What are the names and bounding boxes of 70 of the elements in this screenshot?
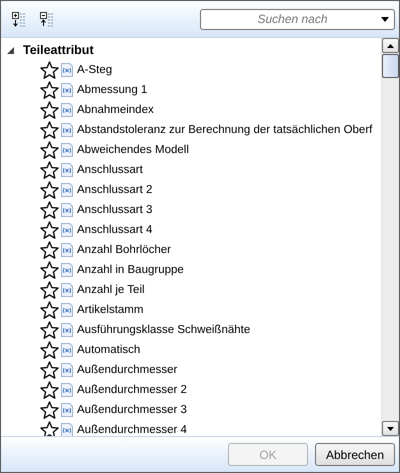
- scroll-down-button[interactable]: [382, 421, 399, 436]
- star-icon[interactable]: [40, 321, 59, 339]
- attribute-icon: [61, 363, 73, 377]
- star-icon[interactable]: [40, 341, 59, 359]
- expand-all-icon[interactable]: [11, 11, 27, 27]
- attribute-icon: [61, 143, 73, 157]
- attribute-icon: [61, 243, 73, 257]
- tree-item-label[interactable]: Anzahl je Teil: [77, 284, 145, 296]
- tree-item-label[interactable]: Anschlussart 4: [77, 224, 152, 236]
- star-icon[interactable]: [40, 421, 59, 436]
- scroll-up-button[interactable]: [382, 38, 399, 53]
- tree-item-label[interactable]: Artikelstamm: [77, 304, 144, 316]
- tree-item-label[interactable]: Abstandstoleranz zur Berechnung der tatsächlichen Oberf: [77, 124, 372, 136]
- tree-item-label[interactable]: Automatisch: [77, 344, 140, 356]
- tree-item-label[interactable]: Anschlussart 3: [77, 204, 152, 216]
- star-icon[interactable]: [40, 201, 59, 219]
- attribute-icon: [61, 423, 73, 436]
- star-icon[interactable]: [40, 141, 59, 159]
- attribute-icon: [61, 303, 73, 317]
- collapse-all-icon[interactable]: [39, 11, 55, 27]
- tree-group-label[interactable]: Teileattribut: [23, 43, 94, 57]
- star-icon[interactable]: [40, 181, 59, 199]
- cancel-button[interactable]: Abbrechen: [315, 443, 395, 466]
- tree-item-label[interactable]: Anzahl Bohrlöcher: [77, 244, 171, 256]
- star-icon[interactable]: [40, 241, 59, 259]
- star-icon[interactable]: [40, 281, 59, 299]
- tree-item-label[interactable]: Abnahmeindex: [77, 104, 154, 116]
- tree-item-label[interactable]: Außendurchmesser: [77, 364, 178, 376]
- attribute-icon: [61, 383, 73, 397]
- attribute-icon: [61, 403, 73, 417]
- star-icon[interactable]: [40, 81, 59, 99]
- star-icon[interactable]: [40, 161, 59, 179]
- star-icon[interactable]: [40, 121, 59, 139]
- attribute-icon: [61, 83, 73, 97]
- expand-arrow-icon[interactable]: [7, 46, 14, 54]
- attribute-icon: [61, 123, 73, 137]
- tree-item-label[interactable]: Anzahl in Baugruppe: [77, 264, 184, 276]
- star-icon[interactable]: [40, 261, 59, 279]
- tree-item-label[interactable]: Anschlussart 2: [77, 184, 152, 196]
- search-field[interactable]: Suchen nach: [200, 8, 395, 30]
- star-icon[interactable]: [40, 101, 59, 119]
- up-arrow-icon: [387, 44, 394, 48]
- attribute-icon: [61, 223, 73, 237]
- attribute-icon: [61, 283, 73, 297]
- star-icon[interactable]: [40, 361, 59, 379]
- tree-item-label[interactable]: Anschlussart: [77, 164, 143, 176]
- down-arrow-icon: [387, 426, 394, 430]
- attribute-icon: [61, 323, 73, 337]
- scroll-thumb[interactable]: [382, 54, 399, 78]
- star-icon[interactable]: [40, 221, 59, 239]
- scrollbar[interactable]: [381, 38, 399, 436]
- attribute-icon: [61, 163, 73, 177]
- tree-item-label[interactable]: Abmessung 1: [77, 84, 148, 96]
- tree-item-label[interactable]: A-Steg: [77, 64, 112, 76]
- attribute-icon: [61, 343, 73, 357]
- star-icon[interactable]: [40, 381, 59, 399]
- dropdown-caret-icon[interactable]: [381, 16, 389, 22]
- tree-item-label[interactable]: Außendurchmesser 3: [77, 404, 187, 416]
- tree-item-label[interactable]: Abweichendes Modell: [77, 144, 189, 156]
- tree-item-label[interactable]: Außendurchmesser 4: [77, 424, 187, 436]
- tree-item-label[interactable]: Außendurchmesser 2: [77, 384, 187, 396]
- star-icon[interactable]: [40, 61, 59, 79]
- attribute-icon: [61, 103, 73, 117]
- attribute-icon: [61, 203, 73, 217]
- star-icon[interactable]: [40, 401, 59, 419]
- attribute-icon: [61, 63, 73, 77]
- attribute-icon: [61, 183, 73, 197]
- tree-item-label[interactable]: Ausführungsklasse Schweißnähte: [77, 324, 250, 336]
- attribute-icon: [61, 263, 73, 277]
- star-icon[interactable]: [40, 301, 59, 319]
